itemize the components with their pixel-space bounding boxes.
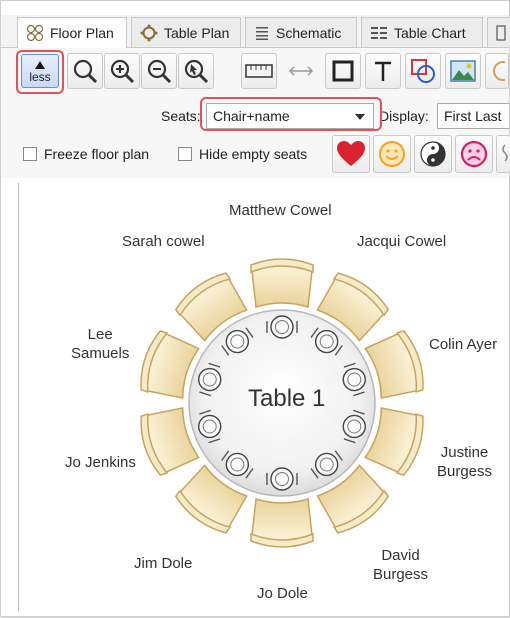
- guest-name[interactable]: Jo Dole: [257, 584, 308, 603]
- tab-floor-plan[interactable]: Floor Plan: [17, 17, 127, 48]
- guest-name[interactable]: Colin Ayer: [429, 335, 497, 354]
- chair[interactable]: [250, 258, 314, 308]
- circles-icon: [26, 24, 44, 42]
- guest-name[interactable]: Justine Burgess: [437, 443, 492, 481]
- guest-name[interactable]: Lee Samuels: [71, 325, 129, 363]
- tab-label: Floor Plan: [50, 25, 114, 41]
- guest-name[interactable]: David Burgess: [373, 546, 428, 584]
- app-window: Floor Plan Table Plan Schematic Table Ch…: [0, 0, 510, 617]
- table-name[interactable]: Table 1: [248, 386, 325, 412]
- table-drawing: [140, 258, 424, 548]
- guest-name[interactable]: Sarah cowel: [122, 232, 205, 251]
- guest-name[interactable]: Matthew Cowel: [229, 201, 332, 220]
- guest-name[interactable]: Jacqui Cowel: [357, 232, 446, 251]
- guest-name[interactable]: Jo Jenkins: [65, 453, 136, 472]
- guest-name[interactable]: Jim Dole: [134, 554, 192, 573]
- chair[interactable]: [250, 498, 314, 548]
